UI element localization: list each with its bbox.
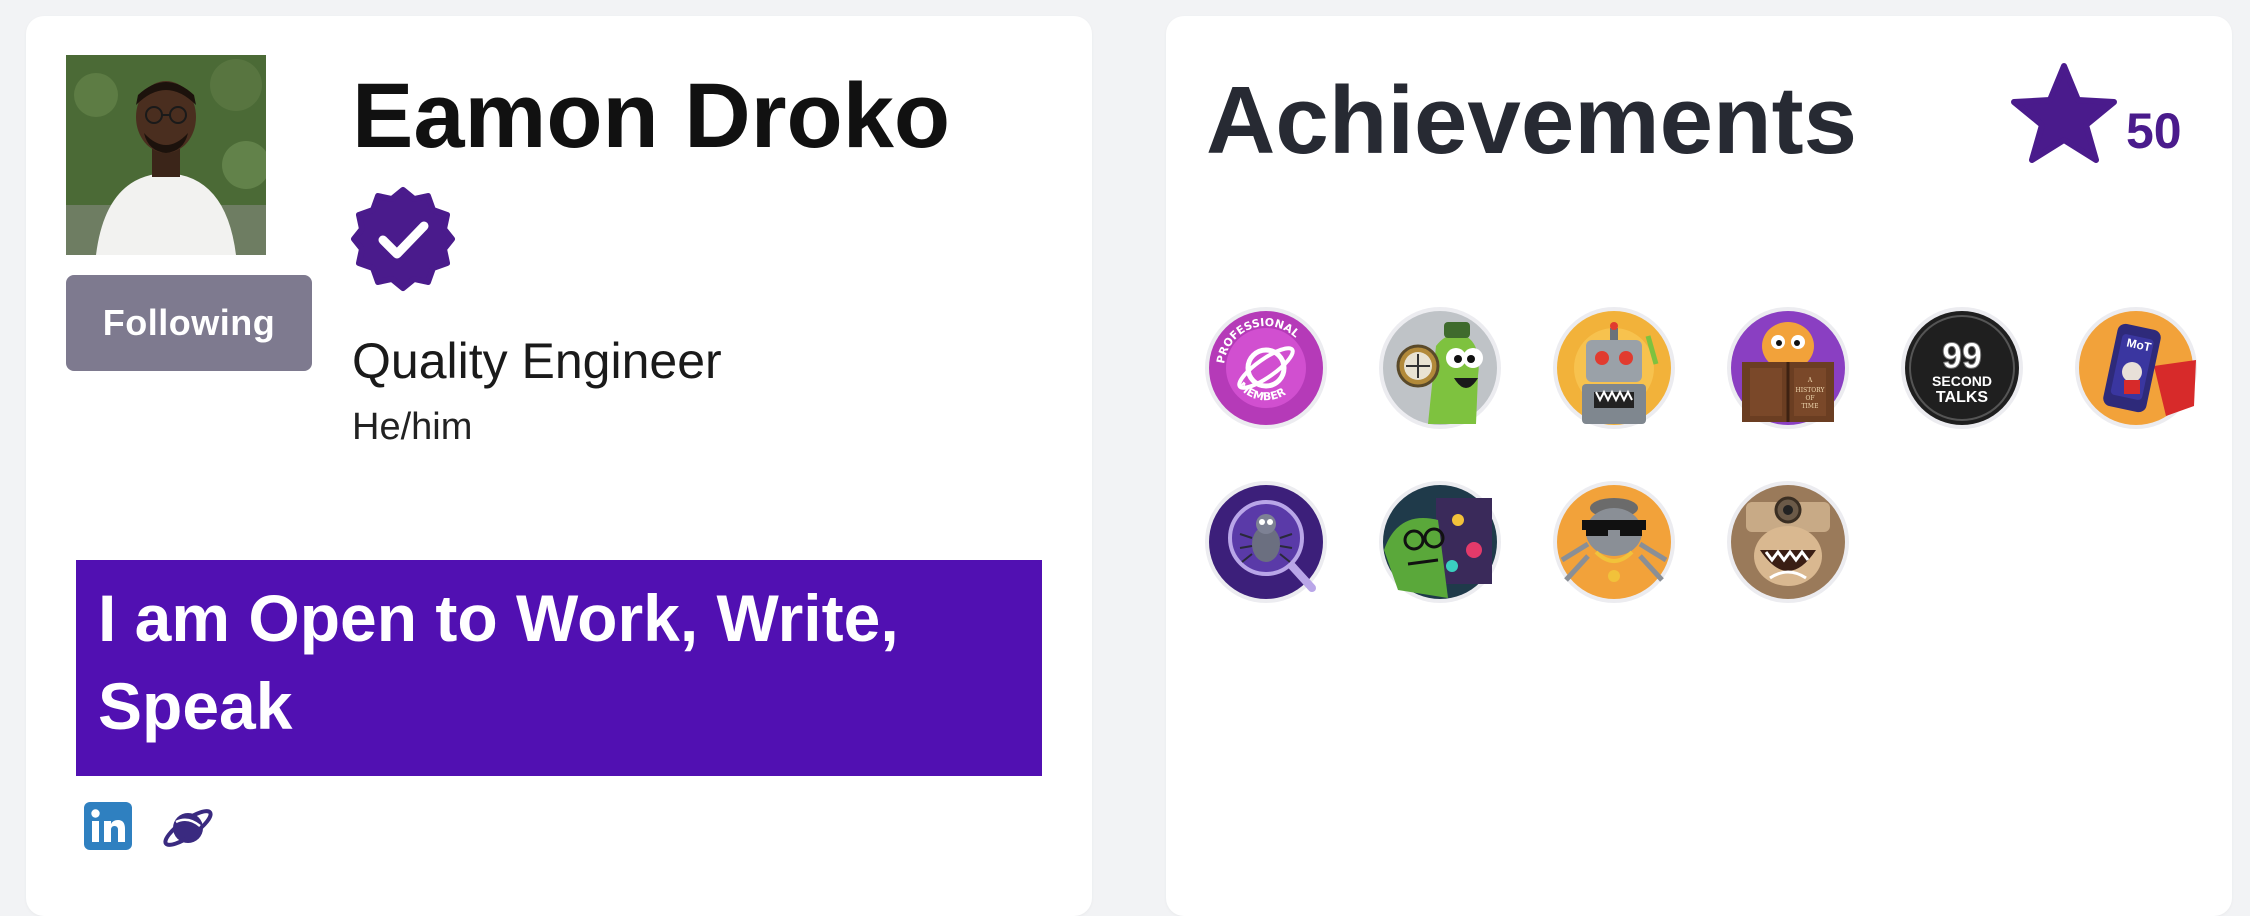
profile-name: Eamon Droko: [352, 65, 951, 167]
svg-text:A: A: [1807, 377, 1813, 384]
badge-green-monster-glasses[interactable]: [1378, 480, 1502, 604]
linkedin-icon[interactable]: [84, 802, 136, 854]
svg-text:99: 99: [1942, 335, 1982, 376]
badge-99-second-talks[interactable]: 99 SECOND TALKS: [1900, 306, 2024, 430]
achievements-card: Achievements 50 PROFESSIONAL MEMBER A HI…: [1166, 16, 2232, 916]
planet-icon[interactable]: [162, 802, 214, 854]
open-to-work-banner: I am Open to Work, Write, Speak: [76, 560, 1042, 776]
pronouns: He/him: [352, 406, 473, 448]
badge-robot[interactable]: [1552, 306, 1676, 430]
following-button[interactable]: Following: [66, 275, 312, 371]
svg-text:SECOND: SECOND: [1932, 373, 1992, 389]
profile-card: Following Eamon Droko Quality Engineer H…: [26, 16, 1092, 916]
svg-text:HISTORY: HISTORY: [1796, 387, 1826, 394]
job-title: Quality Engineer: [352, 333, 722, 389]
badge-bug-magnifier[interactable]: [1204, 480, 1328, 604]
badge-green-monster-compass[interactable]: [1378, 306, 1502, 430]
achievement-points: 50: [2126, 103, 2182, 159]
verified-badge-icon: [350, 186, 456, 292]
svg-text:TALKS: TALKS: [1936, 389, 1988, 406]
badge-cool-bug-sunglasses[interactable]: [1552, 480, 1676, 604]
svg-text:OF: OF: [1805, 395, 1814, 402]
badge-camera-monster[interactable]: [1726, 480, 1850, 604]
svg-text:TIME: TIME: [1802, 403, 1819, 410]
star-icon: [2008, 60, 2120, 172]
badge-phone-mot[interactable]: MoT: [2074, 306, 2198, 430]
avatar[interactable]: [66, 55, 266, 255]
badge-professional-member[interactable]: PROFESSIONAL MEMBER: [1204, 306, 1328, 430]
banner-text: I am Open to Work, Write, Speak: [98, 581, 899, 743]
badge-history-of-time[interactable]: A HISTORY OF TIME: [1726, 306, 1850, 430]
achievements-title: Achievements: [1206, 67, 1857, 174]
